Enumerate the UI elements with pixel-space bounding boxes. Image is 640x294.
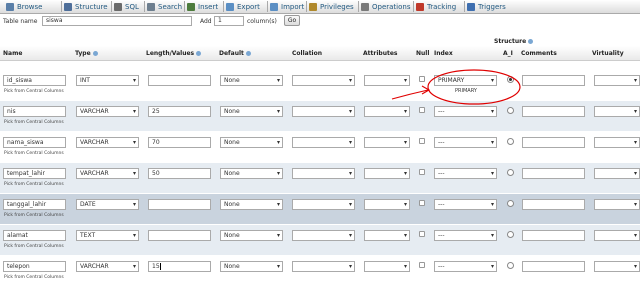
annotation-arrow xyxy=(391,89,429,100)
annotation-circle xyxy=(427,69,521,105)
annotation-overlay xyxy=(391,69,521,105)
